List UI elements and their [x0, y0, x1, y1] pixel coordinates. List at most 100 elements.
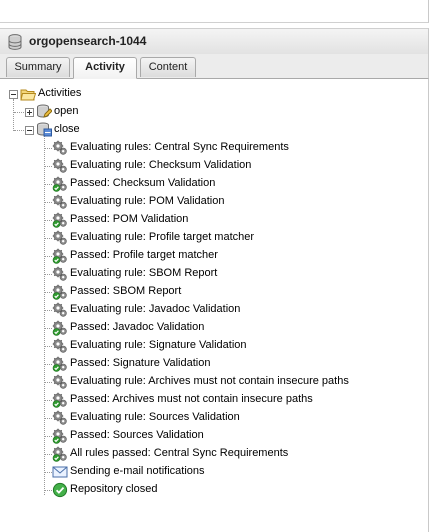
gear-icon	[52, 410, 68, 426]
tree-node-activity-event[interactable]: Evaluating rule: Checksum Validation	[0, 157, 420, 175]
gear-icon	[52, 302, 68, 318]
gear-icon	[52, 194, 68, 210]
tab-bar: Summary Activity Content	[0, 54, 429, 79]
tree-node-activity-event[interactable]: Evaluating rule: Signature Validation	[0, 337, 420, 355]
tab-summary[interactable]: Summary	[6, 57, 70, 77]
tree-node-activity-event[interactable]: Repository closed	[0, 481, 420, 499]
tree-node-activities[interactable]: Activities	[0, 85, 420, 103]
tree-node-label: Evaluating rule: Profile target matcher	[70, 231, 255, 243]
page-title: orgopensearch-1044	[29, 34, 147, 48]
tree-node-activity-event[interactable]: Evaluating rule: POM Validation	[0, 193, 420, 211]
tree-node-activity-event[interactable]: Passed: Profile target matcher	[0, 247, 420, 265]
tree-node-activity-event[interactable]: Evaluating rule: Archives must not conta…	[0, 373, 420, 391]
tree-node-label: Passed: Signature Validation	[70, 357, 211, 369]
tree-node-label: Passed: Javadoc Validation	[70, 321, 205, 333]
tree-line	[45, 202, 52, 203]
gear-passed-icon	[52, 284, 68, 300]
tree-node-activity-event[interactable]: Evaluating rule: Javadoc Validation	[0, 301, 420, 319]
tree-line	[45, 382, 52, 383]
tree-node-activity-event[interactable]: Sending e-mail notifications	[0, 463, 420, 481]
tree-line	[45, 454, 52, 455]
expand-toggle[interactable]	[25, 108, 34, 117]
tree-node-label: Sending e-mail notifications	[70, 465, 205, 477]
tree-node-activity-event[interactable]: Passed: Javadoc Validation	[0, 319, 420, 337]
tree-node-activity-event[interactable]: Evaluating rule: SBOM Report	[0, 265, 420, 283]
tree-node-label: Evaluating rule: Archives must not conta…	[70, 375, 349, 387]
tree-node-label: Passed: Profile target matcher	[70, 249, 218, 261]
repository-icon	[8, 34, 22, 50]
tree-node-label: Evaluating rule: POM Validation	[70, 195, 225, 207]
tree-node-label: Passed: Archives must not contain insecu…	[70, 393, 313, 405]
tree-node-activity-event[interactable]: Passed: Checksum Validation	[0, 175, 420, 193]
tree-node-activity-event[interactable]: Passed: SBOM Report	[0, 283, 420, 301]
tree-line	[45, 310, 52, 311]
gear-icon	[52, 230, 68, 246]
envelope-icon	[52, 464, 68, 480]
tree-node-label: Passed: Sources Validation	[70, 429, 204, 441]
check-circle-icon	[52, 482, 68, 498]
tree-line	[45, 256, 52, 257]
tree-node-label: Evaluating rule: Checksum Validation	[70, 159, 252, 171]
tree-node-label: Repository closed	[70, 483, 158, 495]
collapse-toggle[interactable]	[25, 126, 34, 135]
tree-node-activity-event[interactable]: Passed: Signature Validation	[0, 355, 420, 373]
tree-node-label: All rules passed: Central Sync Requireme…	[70, 447, 289, 459]
gear-passed-icon	[52, 212, 68, 228]
tree-line	[45, 274, 52, 275]
tree-node-label: Evaluating rule: Signature Validation	[70, 339, 247, 351]
tree-line	[45, 292, 52, 293]
gear-passed-icon	[52, 176, 68, 192]
tree-node-label: Passed: Checksum Validation	[70, 177, 216, 189]
folder-open-icon	[20, 89, 36, 101]
tab-activity[interactable]: Activity	[73, 57, 137, 79]
repository-edit-icon	[37, 104, 52, 118]
tree-line	[45, 418, 52, 419]
tree-line	[45, 220, 52, 221]
gear-icon	[52, 338, 68, 354]
tree-node-label: close	[54, 123, 80, 135]
top-panel-strip	[0, 0, 429, 23]
tree-line	[45, 472, 52, 473]
gear-passed-icon	[52, 428, 68, 444]
tree-node-activity-event[interactable]: Evaluating rules: Central Sync Requireme…	[0, 139, 420, 157]
gear-icon	[52, 158, 68, 174]
tree-line	[45, 166, 52, 167]
tree-line	[45, 364, 52, 365]
tree-line	[45, 184, 52, 185]
tab-content[interactable]: Content	[140, 57, 196, 77]
tree-node-label: Evaluating rule: SBOM Report	[70, 267, 218, 279]
repository-panel-header: orgopensearch-1044	[0, 28, 429, 55]
tree-node-activity-event[interactable]: Passed: POM Validation	[0, 211, 420, 229]
gear-icon	[52, 374, 68, 390]
tree-node-label: Evaluating rule: Javadoc Validation	[70, 303, 241, 315]
tree-node-activity-event[interactable]: Evaluating rule: Profile target matcher	[0, 229, 420, 247]
tree-node-label: open	[54, 105, 79, 117]
tree-line	[45, 436, 52, 437]
tree-line	[45, 400, 52, 401]
repository-closed-icon	[37, 122, 52, 137]
tree-node-activity-event[interactable]: Passed: Archives must not contain insecu…	[0, 391, 420, 409]
tree-node-activity-event[interactable]: Passed: Sources Validation	[0, 427, 420, 445]
gear-passed-icon	[52, 248, 68, 264]
activity-tree: Activities open close Evaluating rules: …	[0, 79, 429, 532]
tree-node-open[interactable]: open	[0, 103, 420, 121]
tree-line	[45, 148, 52, 149]
tree-node-label: Evaluating rules: Central Sync Requireme…	[70, 141, 289, 153]
tree-node-label: Passed: POM Validation	[70, 213, 189, 225]
tree-node-label: Evaluating rule: Sources Validation	[70, 411, 240, 423]
tree-node-activity-event[interactable]: All rules passed: Central Sync Requireme…	[0, 445, 420, 463]
gear-passed-icon	[52, 320, 68, 336]
gear-passed-icon	[52, 356, 68, 372]
gear-icon	[52, 266, 68, 282]
collapse-toggle[interactable]	[9, 90, 18, 99]
tree-node-activity-event[interactable]: Evaluating rule: Sources Validation	[0, 409, 420, 427]
tree-node-label: Passed: SBOM Report	[70, 285, 182, 297]
tree-node-close[interactable]: close	[0, 121, 420, 139]
gear-passed-icon	[52, 392, 68, 408]
tree-line	[45, 238, 52, 239]
tree-line	[45, 490, 52, 491]
tree-node-label: Activities	[38, 87, 82, 99]
gear-passed-icon	[52, 446, 68, 462]
gear-icon	[52, 140, 68, 156]
tree-line	[45, 328, 52, 329]
